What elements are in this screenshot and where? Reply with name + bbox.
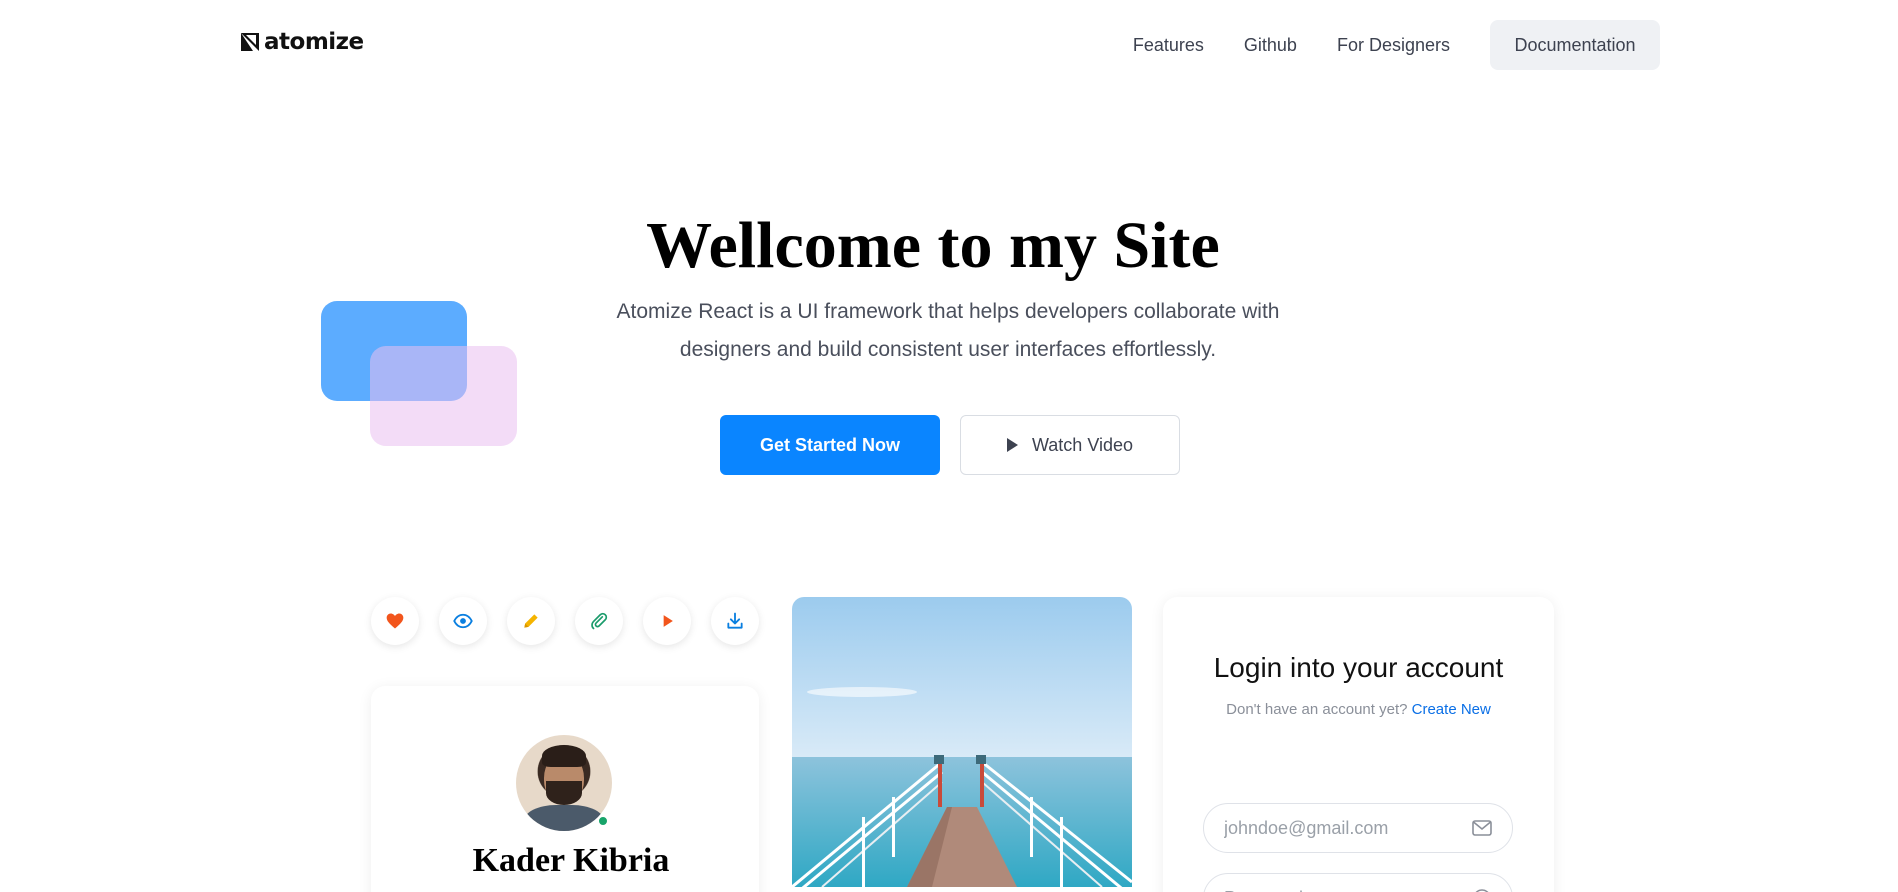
edit-button[interactable]: [507, 597, 555, 645]
mail-icon: [1472, 820, 1492, 836]
create-new-link[interactable]: Create New: [1412, 701, 1491, 718]
eye-icon[interactable]: [1472, 888, 1492, 892]
password-field: [1203, 873, 1513, 892]
watch-video-button[interactable]: Watch Video: [960, 415, 1180, 475]
icon-button-row: [371, 597, 759, 645]
logo[interactable]: atomize: [240, 29, 364, 55]
email-field: [1203, 803, 1513, 853]
login-prompt-text: Don't have an account yet?: [1226, 701, 1408, 718]
logo-text: atomize: [264, 29, 364, 55]
profile-name: Kader Kibria: [472, 842, 670, 879]
pier-photo-card: [792, 597, 1132, 887]
watch-video-label: Watch Video: [1031, 434, 1134, 455]
heart-button[interactable]: [371, 597, 419, 645]
eye-icon: [453, 613, 473, 629]
nav-link-for-designers[interactable]: For Designers: [1337, 35, 1450, 56]
hero-subtitle: Atomize React is a UI framework that hel…: [616, 300, 1280, 361]
download-icon: [727, 612, 743, 629]
login-title: Login into your account: [1213, 652, 1504, 683]
top-nav: Features Github For Designers Documentat…: [1133, 20, 1660, 70]
nav-link-features[interactable]: Features: [1133, 35, 1204, 56]
online-status-dot: [597, 815, 609, 827]
nav-link-github[interactable]: Github: [1244, 35, 1297, 56]
view-button[interactable]: [439, 597, 487, 645]
login-prompt: Don't have an account yet? Create New: [1163, 701, 1554, 718]
logo-icon: [241, 33, 259, 51]
get-started-button[interactable]: Get Started Now: [720, 415, 940, 475]
download-button[interactable]: [711, 597, 759, 645]
play-button[interactable]: [643, 597, 691, 645]
attach-button[interactable]: [575, 597, 623, 645]
paperclip-icon: [591, 612, 608, 630]
hero-title: Wellcome to my Site: [646, 209, 1220, 282]
play-icon: [1006, 438, 1018, 452]
heart-icon: [386, 613, 404, 629]
decorative-pink-shape: [370, 346, 517, 446]
pier-photo: [792, 597, 1132, 887]
play-icon: [663, 615, 673, 627]
pencil-icon: [524, 614, 538, 628]
documentation-button[interactable]: Documentation: [1490, 20, 1660, 70]
profile-card: Kader Kibria: [371, 686, 759, 892]
login-card: Login into your account Don't have an ac…: [1163, 597, 1554, 892]
email-input[interactable]: [1224, 817, 1472, 839]
password-input[interactable]: [1224, 887, 1472, 892]
